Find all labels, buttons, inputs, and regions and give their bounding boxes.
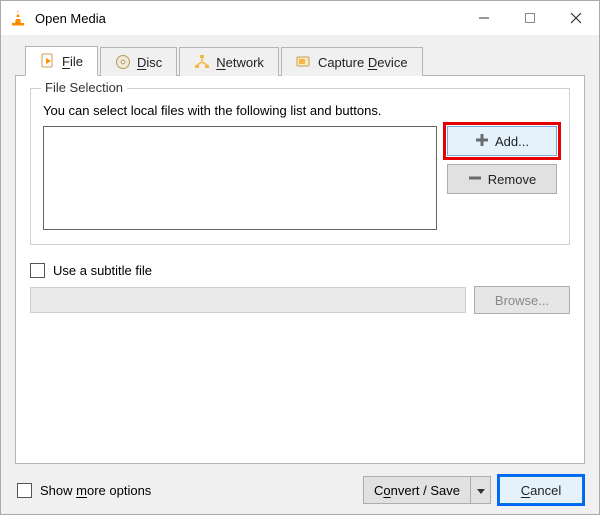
file-selection-instruction: You can select local files with the foll… [43,103,557,118]
window-title: Open Media [35,11,106,26]
vlc-logo-icon [9,9,27,27]
chevron-down-icon [477,483,485,498]
file-selection-row: Add... Remove [43,126,557,230]
subtitle-section: Use a subtitle file Browse... [30,259,570,314]
button-label: Remove [488,172,536,187]
titlebar: Open Media [1,1,599,35]
disc-icon [115,54,131,70]
tab-panel-file: File Selection You can select local file… [15,75,585,464]
file-selection-group: File Selection You can select local file… [30,88,570,245]
tab-label: Disc [137,55,162,70]
file-selection-buttons: Add... Remove [447,126,557,230]
convert-save-button[interactable]: Convert / Save [363,476,471,504]
tab-strip: File Disc Network Capture Device [15,45,585,75]
convert-save-dropdown-arrow[interactable] [471,476,491,504]
subtitle-checkbox-row: Use a subtitle file [30,263,570,278]
browse-subtitle-button[interactable]: Browse... [474,286,570,314]
file-list[interactable] [43,126,437,230]
tab-label: Capture Device [318,55,408,70]
client-area: File Disc Network Capture Device File Se… [1,35,599,472]
network-icon [194,54,210,70]
plus-icon [475,133,489,150]
subtitle-path-input[interactable] [30,287,466,313]
button-label: Convert / Save [374,483,460,498]
button-label: Cancel [521,483,561,498]
add-button[interactable]: Add... [447,126,557,156]
remove-button[interactable]: Remove [447,164,557,194]
capture-device-icon [296,54,312,70]
use-subtitle-label: Use a subtitle file [53,263,152,278]
group-legend: File Selection [41,80,127,95]
open-media-window: Open Media File Disc Network Capture Dev… [0,0,600,515]
footer: Show more options Convert / Save Cancel [1,472,599,514]
minus-icon [468,171,482,188]
tab-label: Network [216,55,264,70]
use-subtitle-checkbox[interactable] [30,263,45,278]
tab-file[interactable]: File [25,46,98,76]
button-label: Browse... [495,293,549,308]
maximize-button[interactable] [507,1,553,35]
button-label: Add... [495,134,529,149]
tab-disc[interactable]: Disc [100,47,177,76]
show-more-options-label: Show more options [40,483,151,498]
tab-capture-device[interactable]: Capture Device [281,47,423,76]
show-more-options-checkbox[interactable] [17,483,32,498]
file-icon [40,53,56,69]
subtitle-path-row: Browse... [30,286,570,314]
tab-network[interactable]: Network [179,47,279,76]
cancel-button[interactable]: Cancel [499,476,583,504]
close-button[interactable] [553,1,599,35]
tab-label: File [62,54,83,69]
convert-save-split-button[interactable]: Convert / Save [363,476,491,504]
minimize-button[interactable] [461,1,507,35]
